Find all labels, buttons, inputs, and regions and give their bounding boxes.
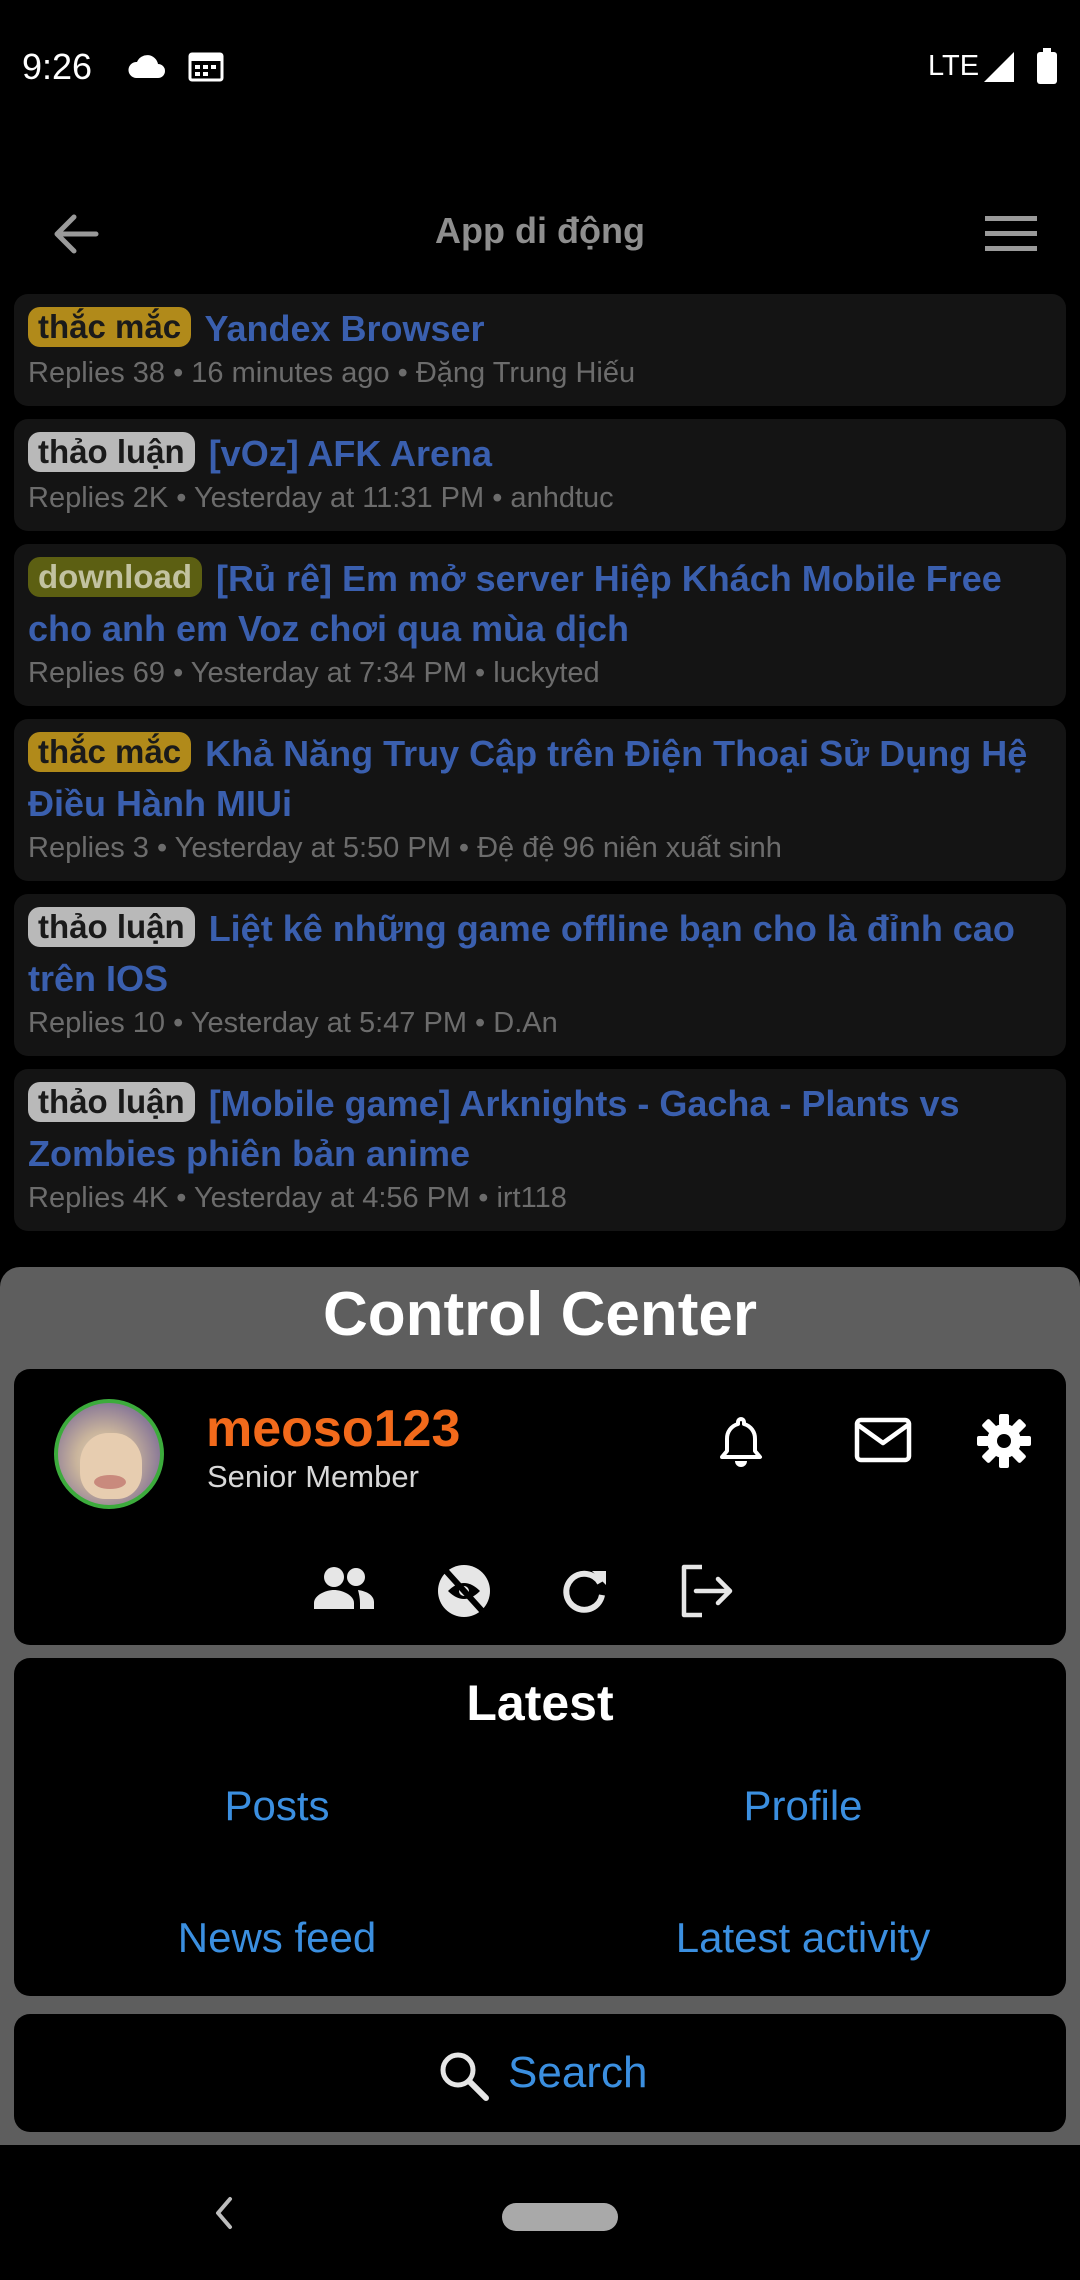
status-time: 9:26 — [22, 46, 93, 87]
thread-title-line[interactable]: thắc mắc Yandex Browser — [28, 304, 1052, 354]
cloud-icon — [128, 55, 165, 78]
thread-title-line[interactable]: download [Rủ rê] Em mở server Hiệp Khách… — [28, 554, 1052, 654]
news-feed-link[interactable]: News feed — [14, 1914, 540, 1962]
calendar-icon — [188, 52, 224, 82]
username[interactable]: meoso123 — [206, 1399, 460, 1459]
thread-item[interactable]: thảo luận Liệt kê những game offline bạn… — [14, 894, 1066, 1056]
nav-back-icon[interactable] — [212, 2195, 236, 2231]
thread-item[interactable]: thảo luận [vOz] AFK Arena Replies 2K • Y… — [14, 419, 1066, 531]
thread-title-line[interactable]: thảo luận [vOz] AFK Arena — [28, 429, 1052, 479]
avatar-face — [80, 1433, 142, 1499]
thread-prefix: thắc mắc — [28, 732, 192, 772]
posts-link[interactable]: Posts — [14, 1782, 540, 1830]
thread-meta: Replies 3 • Yesterday at 5:50 PM • Đệ đệ… — [28, 832, 782, 864]
thread-prefix: thắc mắc — [28, 307, 192, 347]
search-button[interactable]: Search — [14, 2014, 1066, 2132]
logout-icon[interactable] — [678, 1563, 736, 1619]
control-center-panel: Control Center meoso123 Senior Member La… — [0, 1267, 1080, 2145]
bell-icon[interactable] — [716, 1413, 766, 1469]
thread-item[interactable]: download [Rủ rê] Em mở server Hiệp Khách… — [14, 544, 1066, 706]
thread-title[interactable]: Yandex Browser — [204, 308, 484, 349]
thread-item[interactable]: thắc mắc Khả Năng Truy Cập trên Điện Tho… — [14, 719, 1066, 881]
search-icon — [440, 2052, 489, 2101]
latest-title: Latest — [466, 1675, 614, 1731]
latest-activity-link[interactable]: Latest activity — [540, 1914, 1066, 1962]
mail-icon[interactable] — [854, 1417, 912, 1463]
user-card: meoso123 Senior Member — [14, 1369, 1066, 1645]
visibility-off-icon[interactable] — [434, 1563, 494, 1619]
avatar-mouth — [94, 1475, 126, 1489]
nav-home-pill[interactable] — [502, 2203, 618, 2231]
thread-item[interactable]: thắc mắc Yandex Browser Replies 38 • 16 … — [14, 294, 1066, 406]
thread-title[interactable]: [vOz] AFK Arena — [209, 433, 492, 474]
thread-item[interactable]: thảo luận [Mobile game] Arknights - Gach… — [14, 1069, 1066, 1231]
refresh-icon[interactable] — [558, 1565, 610, 1617]
control-center-title: Control Center — [323, 1280, 757, 1349]
avatar[interactable] — [54, 1399, 164, 1509]
search-label: Search — [508, 2048, 648, 2097]
network-type: LTE — [928, 50, 980, 82]
thread-meta: Replies 38 • 16 minutes ago • Đặng Trung… — [28, 357, 636, 389]
signal-icon — [984, 52, 1014, 82]
menu-icon[interactable] — [985, 214, 1037, 254]
user-title: Senior Member — [207, 1459, 419, 1494]
thread-meta: Replies 2K • Yesterday at 11:31 PM • anh… — [28, 482, 614, 514]
people-icon[interactable] — [312, 1565, 376, 1611]
thread-title-line[interactable]: thắc mắc Khả Năng Truy Cập trên Điện Tho… — [28, 729, 1052, 829]
thread-list: thắc mắc Yandex Browser Replies 38 • 16 … — [14, 294, 1066, 1244]
profile-link[interactable]: Profile — [540, 1782, 1066, 1830]
latest-card: Latest Posts Profile News feed Latest ac… — [14, 1658, 1066, 1996]
system-nav-bar — [0, 2145, 1080, 2280]
thread-prefix: download — [28, 557, 202, 597]
thread-prefix: thảo luận — [28, 432, 195, 472]
app-bar: App di động — [0, 180, 1080, 288]
gear-icon[interactable] — [976, 1413, 1032, 1469]
thread-meta: Replies 4K • Yesterday at 4:56 PM • irt1… — [28, 1182, 567, 1214]
thread-prefix: thảo luận — [28, 907, 195, 947]
thread-title-line[interactable]: thảo luận Liệt kê những game offline bạn… — [28, 904, 1052, 1004]
thread-title-line[interactable]: thảo luận [Mobile game] Arknights - Gach… — [28, 1079, 1052, 1179]
page-title: App di động — [435, 210, 645, 251]
status-bar: 9:26 LTE — [0, 0, 1080, 135]
battery-icon — [1037, 48, 1057, 84]
thread-meta: Replies 69 • Yesterday at 7:34 PM • luck… — [28, 657, 600, 689]
thread-prefix: thảo luận — [28, 1082, 195, 1122]
thread-meta: Replies 10 • Yesterday at 5:47 PM • D.An — [28, 1007, 558, 1039]
